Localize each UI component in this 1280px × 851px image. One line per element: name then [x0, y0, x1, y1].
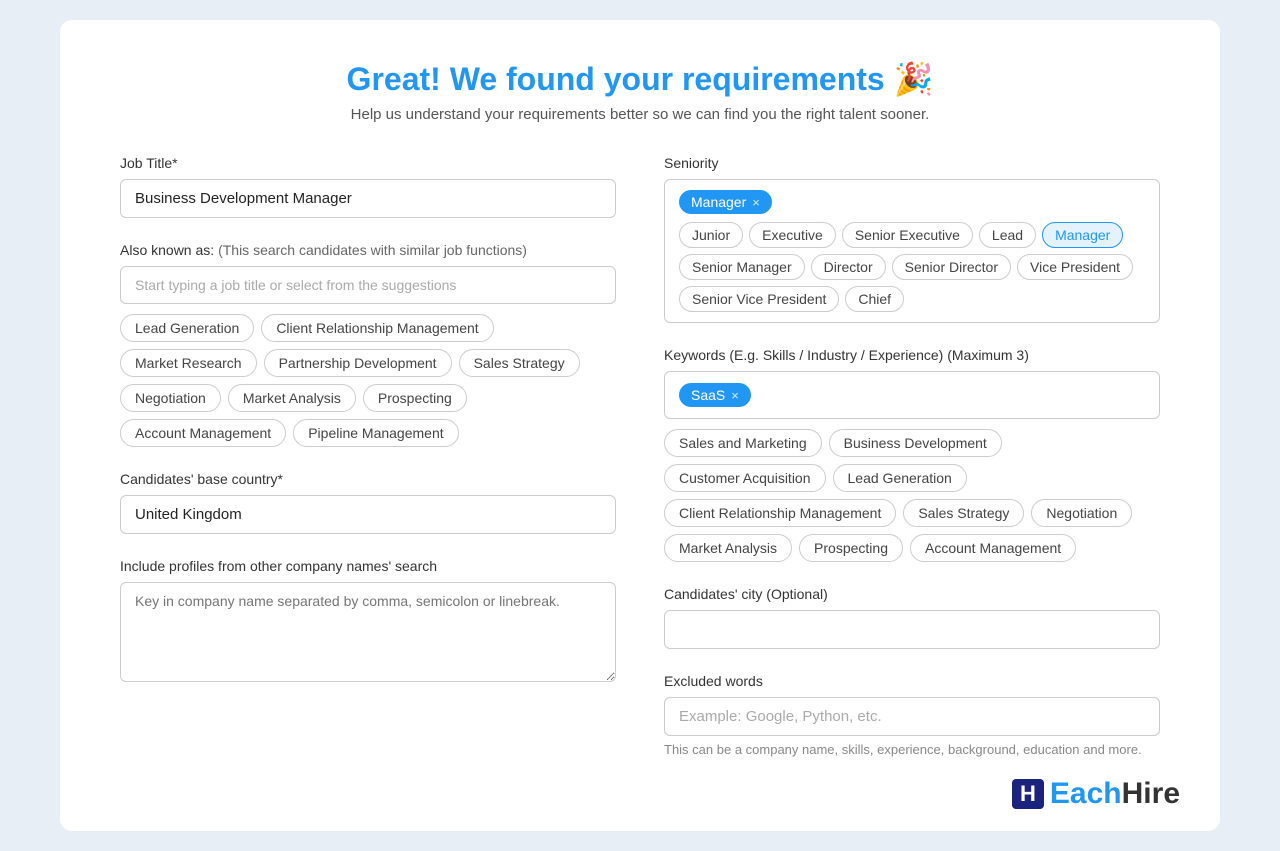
option-manager[interactable]: Manager [1042, 222, 1123, 248]
option-senior-director[interactable]: Senior Director [892, 254, 1011, 280]
job-title-label: Job Title* [120, 155, 616, 171]
excluded-words-hint: This can be a company name, skills, expe… [664, 742, 1160, 757]
main-card: Great! We found your requirements 🎉 Help… [60, 20, 1220, 831]
suggestion-market-analysis[interactable]: Market Analysis [228, 384, 356, 412]
city-input[interactable] [664, 610, 1160, 649]
keyword-suggestions: Sales and Marketing Business Development… [664, 429, 1160, 562]
option-junior[interactable]: Junior [679, 222, 743, 248]
kw-sales-strategy[interactable]: Sales Strategy [903, 499, 1024, 527]
selected-saas[interactable]: SaaS × [679, 383, 751, 407]
kw-account-management[interactable]: Account Management [910, 534, 1076, 562]
seniority-label: Seniority [664, 155, 1160, 171]
page-subtitle: Help us understand your requirements bet… [120, 106, 1160, 123]
excluded-words-section: Excluded words This can be a company nam… [664, 673, 1160, 757]
keywords-section: Keywords (E.g. Skills / Industry / Exper… [664, 347, 1160, 562]
logo-hire: Hire [1122, 777, 1180, 810]
option-senior-executive[interactable]: Senior Executive [842, 222, 973, 248]
seniority-section: Seniority Manager × Junior Executive Sen… [664, 155, 1160, 323]
seniority-box: Manager × Junior Executive Senior Execut… [664, 179, 1160, 323]
base-country-input[interactable] [120, 495, 616, 534]
kw-sales-marketing[interactable]: Sales and Marketing [664, 429, 822, 457]
kw-business-development[interactable]: Business Development [829, 429, 1002, 457]
city-section: Candidates' city (Optional) [664, 586, 1160, 649]
include-profiles-textarea[interactable] [120, 582, 616, 682]
logo-text: EachHire [1050, 777, 1180, 811]
base-country-label: Candidates' base country* [120, 471, 616, 487]
option-lead[interactable]: Lead [979, 222, 1036, 248]
base-country-section: Candidates' base country* [120, 471, 616, 534]
also-known-input[interactable] [120, 266, 616, 304]
suggestion-pipeline-management[interactable]: Pipeline Management [293, 419, 458, 447]
city-label: Candidates' city (Optional) [664, 586, 1160, 602]
option-vice-president[interactable]: Vice President [1017, 254, 1133, 280]
kw-client-relationship[interactable]: Client Relationship Management [664, 499, 896, 527]
selected-manager-close[interactable]: × [752, 195, 760, 210]
suggestion-negotiation[interactable]: Negotiation [120, 384, 221, 412]
kw-negotiation[interactable]: Negotiation [1031, 499, 1132, 527]
selected-saas-close[interactable]: × [731, 388, 739, 403]
selected-saas-label: SaaS [691, 387, 725, 403]
seniority-selected-tags: Manager × [679, 190, 1145, 214]
job-title-input[interactable] [120, 179, 616, 218]
suggestion-lead-generation[interactable]: Lead Generation [120, 314, 254, 342]
also-known-section: Also known as: (This search candidates w… [120, 242, 616, 447]
option-director[interactable]: Director [811, 254, 886, 280]
keywords-label: Keywords (E.g. Skills / Industry / Exper… [664, 347, 1160, 363]
include-profiles-label: Include profiles from other company name… [120, 558, 616, 574]
keywords-box: SaaS × [664, 371, 1160, 419]
suggestion-prospecting[interactable]: Prospecting [363, 384, 467, 412]
option-senior-vice-president[interactable]: Senior Vice President [679, 286, 839, 312]
logo-each: Each [1050, 777, 1122, 810]
excluded-words-input[interactable] [664, 697, 1160, 736]
job-title-section: Job Title* [120, 155, 616, 218]
suggestion-market-research[interactable]: Market Research [120, 349, 257, 377]
seniority-options: Junior Executive Senior Executive Lead M… [679, 222, 1145, 312]
logo-area: H EachHire [1012, 777, 1180, 811]
option-chief[interactable]: Chief [845, 286, 904, 312]
excluded-words-label: Excluded words [664, 673, 1160, 689]
also-known-suggestions: Lead Generation Client Relationship Mana… [120, 314, 616, 447]
suggestion-account-management[interactable]: Account Management [120, 419, 286, 447]
kw-prospecting[interactable]: Prospecting [799, 534, 903, 562]
page-title: Great! We found your requirements 🎉 [120, 60, 1160, 98]
form-grid: Job Title* Also known as: (This search c… [120, 155, 1160, 781]
suggestion-sales-strategy[interactable]: Sales Strategy [459, 349, 580, 377]
kw-market-analysis[interactable]: Market Analysis [664, 534, 792, 562]
selected-manager[interactable]: Manager × [679, 190, 772, 214]
left-column: Job Title* Also known as: (This search c… [120, 155, 616, 781]
include-profiles-section: Include profiles from other company name… [120, 558, 616, 687]
suggestion-partnership-development[interactable]: Partnership Development [264, 349, 452, 377]
page-header: Great! We found your requirements 🎉 Help… [120, 60, 1160, 123]
right-column: Seniority Manager × Junior Executive Sen… [664, 155, 1160, 781]
also-known-label: Also known as: (This search candidates w… [120, 242, 616, 258]
kw-lead-generation[interactable]: Lead Generation [833, 464, 967, 492]
logo-icon: H [1012, 779, 1044, 809]
option-executive[interactable]: Executive [749, 222, 836, 248]
option-senior-manager[interactable]: Senior Manager [679, 254, 805, 280]
suggestion-client-relationship[interactable]: Client Relationship Management [261, 314, 493, 342]
selected-manager-label: Manager [691, 194, 746, 210]
kw-customer-acquisition[interactable]: Customer Acquisition [664, 464, 826, 492]
